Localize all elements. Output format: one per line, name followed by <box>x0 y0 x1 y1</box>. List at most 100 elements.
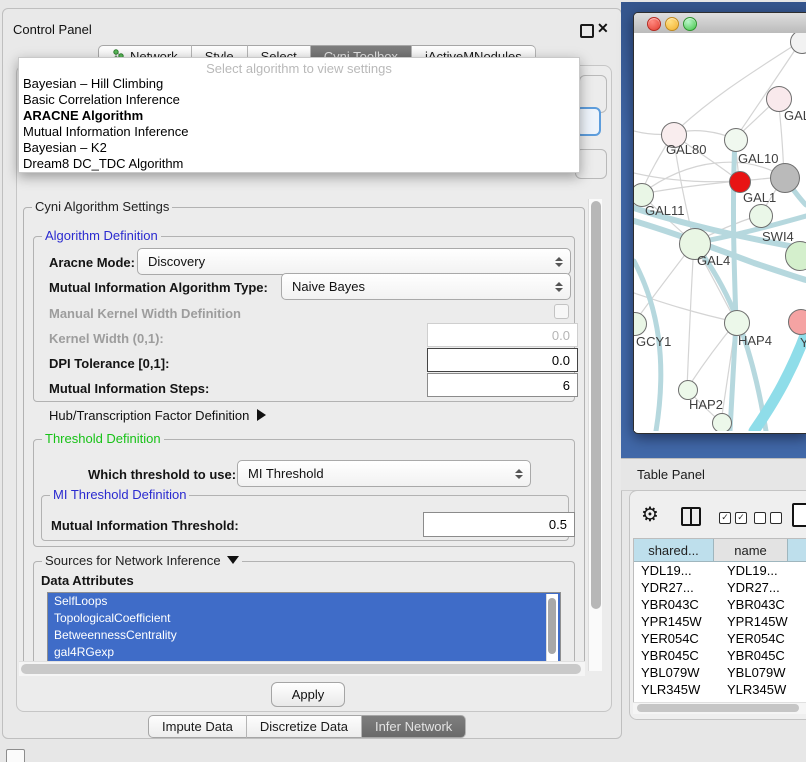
table-cell: YBR045C <box>634 647 720 664</box>
select-all-columns-icon[interactable]: ✓ ✓ <box>719 512 747 524</box>
attribute-list-item[interactable]: TopologicalCoefficient <box>48 610 560 627</box>
sources-group-title[interactable]: Sources for Network Inference <box>42 553 242 568</box>
node-label: GAL80 <box>666 142 706 157</box>
table-cell: YBR045C <box>720 647 800 664</box>
table-row[interactable]: YDR27...YDR27...12 <box>634 579 806 596</box>
table-cell: YDL19... <box>720 562 800 579</box>
algorithm-dropdown-prompt: Select algorithm to view settings <box>19 58 579 76</box>
algorithm-dropdown-list: Bayesian – Hill ClimbingBasic Correlatio… <box>19 76 579 172</box>
dpi-tolerance-field[interactable]: 0.0 <box>427 348 578 372</box>
unchecked-box-icon <box>770 512 782 524</box>
mi-threshold-label: Mutual Information Threshold: <box>51 518 239 533</box>
table-row[interactable]: YBL079WYBL079W <box>634 664 806 681</box>
settings-horizontal-scrollbar[interactable] <box>19 661 585 676</box>
file-icon[interactable] <box>792 503 806 527</box>
bottom-tab-impute-data[interactable]: Impute Data <box>148 715 247 738</box>
bottom-tab-discretize-data[interactable]: Discretize Data <box>247 715 362 738</box>
aracne-mode-select[interactable]: Discovery <box>137 248 571 275</box>
column-header[interactable]: name <box>714 539 788 562</box>
float-window-icon[interactable] <box>580 24 594 38</box>
dropdown-item[interactable]: ARACNE Algorithm <box>19 108 579 124</box>
table-cell: YER054C <box>720 630 800 647</box>
settings-vertical-scrollbar[interactable] <box>588 199 602 671</box>
dropdown-item[interactable]: Basic Correlation Inference <box>19 92 579 108</box>
which-threshold-label: Which threshold to use: <box>88 467 236 482</box>
mi-algorithm-type-select[interactable]: Naive Bayes <box>281 273 571 300</box>
mi-threshold-field[interactable]: 0.5 <box>423 512 575 537</box>
collapse-arrow-icon[interactable] <box>227 556 239 564</box>
table-cell: YPR145W <box>634 613 720 630</box>
column-header[interactable] <box>788 539 806 562</box>
node-label: GAL11 <box>645 203 685 218</box>
table-cell: YPR145W <box>720 613 800 630</box>
deselect-all-columns-icon[interactable] <box>754 512 782 524</box>
table-cell: 12 <box>800 579 806 596</box>
network-node-gray-hub[interactable] <box>770 163 800 193</box>
table-horizontal-scrollbar[interactable] <box>633 702 806 714</box>
table-cell <box>800 664 806 681</box>
manual-kernel-width-label: Manual Kernel Width Definition <box>49 306 241 321</box>
attribute-list-scrollbar[interactable] <box>546 594 558 662</box>
network-node-SWI4[interactable] <box>749 204 773 228</box>
table-header-row: shared...name <box>634 539 806 562</box>
kernel-width-label: Kernel Width (0,1): <box>49 331 164 346</box>
dropdown-item[interactable]: Dream8 DC_TDC Algorithm <box>19 156 579 172</box>
hub-definition-section[interactable]: Hub/Transcription Factor Definition <box>49 408 266 423</box>
table-row[interactable]: YPR145WYPR145W9. <box>634 613 806 630</box>
table-cell: 9. <box>800 647 806 664</box>
attribute-list-item[interactable]: BetweennessCentrality <box>48 627 560 644</box>
table-cell: YDR27... <box>634 579 720 596</box>
table-row[interactable]: YBR043CYBR043C <box>634 596 806 613</box>
column-header[interactable]: shared... <box>634 539 714 562</box>
table-row[interactable]: YDL19...YDL19...13 <box>634 562 806 579</box>
mi-steps-label: Mutual Information Steps: <box>49 381 209 396</box>
mi-algorithm-type-value: Naive Bayes <box>282 279 554 294</box>
mi-steps-field[interactable]: 6 <box>427 373 578 397</box>
dpi-tolerance-label: DPI Tolerance [0,1]: <box>49 356 169 371</box>
minimized-panel-icon[interactable] <box>6 749 25 762</box>
apply-button[interactable]: Apply <box>271 682 345 707</box>
columns-icon[interactable] <box>681 507 701 526</box>
cyni-settings-group-title: Cyni Algorithm Settings <box>32 199 172 214</box>
checked-box-icon: ✓ <box>735 512 747 524</box>
bottom-tab-bar: Impute DataDiscretize DataInfer Network <box>148 715 466 738</box>
node-label: HAP4 <box>738 333 772 348</box>
expand-arrow-icon[interactable] <box>257 409 266 421</box>
app-screen: Control Panel ✕ NetworkStyleSelectCyni T… <box>0 0 806 762</box>
table-row[interactable]: YLR345WYLR345W9. <box>634 681 806 698</box>
hub-definition-label: Hub/Transcription Factor Definition <box>49 408 249 423</box>
table-cell: YLR345W <box>720 681 800 698</box>
table-row[interactable]: YBR045CYBR045C9. <box>634 647 806 664</box>
minimize-traffic-light-icon[interactable] <box>665 17 679 31</box>
dropdown-item[interactable]: Bayesian – K2 <box>19 140 579 156</box>
table-cell: YER054C <box>634 630 720 647</box>
network-node-bottom-node[interactable] <box>712 413 732 431</box>
table-cell: 9. <box>800 681 806 698</box>
node-label: GAL1 <box>743 190 776 205</box>
which-threshold-select[interactable]: MI Threshold <box>237 460 531 487</box>
close-traffic-light-icon[interactable] <box>647 17 661 31</box>
network-window-titlebar[interactable] <box>634 13 806 35</box>
manual-kernel-width-checkbox[interactable] <box>554 304 569 319</box>
table-row[interactable]: YER054CYER054C8. <box>634 630 806 647</box>
bottom-tab-infer-network[interactable]: Infer Network <box>362 715 466 738</box>
combo-arrows-icon <box>554 282 563 292</box>
network-canvas[interactable]: GALGAL80GAL10GAL1GAL11SWI4GAL4GCY1HAP4YH… <box>634 33 806 431</box>
table-cell: YBR043C <box>720 596 800 613</box>
close-icon[interactable]: ✕ <box>597 20 609 37</box>
aracne-mode-value: Discovery <box>138 254 554 269</box>
network-node-GAL10[interactable] <box>724 128 748 152</box>
attribute-list-item[interactable]: SelfLoops <box>48 593 560 610</box>
kernel-width-field[interactable]: 0.0 <box>427 323 578 347</box>
control-panel-title: Control Panel <box>13 22 92 37</box>
algorithm-definition-title: Algorithm Definition <box>42 228 161 243</box>
zoom-traffic-light-icon[interactable] <box>683 17 697 31</box>
table-cell: YDR27... <box>720 579 800 596</box>
table-cell: 9. <box>800 613 806 630</box>
attribute-list-item[interactable]: gal4RGexp <box>48 644 560 661</box>
node-table: shared...name YDL19...YDL19...13YDR27...… <box>633 538 806 703</box>
table-cell: YDL19... <box>634 562 720 579</box>
dropdown-item[interactable]: Bayesian – Hill Climbing <box>19 76 579 92</box>
dropdown-item[interactable]: Mutual Information Inference <box>19 124 579 140</box>
gear-icon[interactable]: ⚙ <box>641 505 659 525</box>
